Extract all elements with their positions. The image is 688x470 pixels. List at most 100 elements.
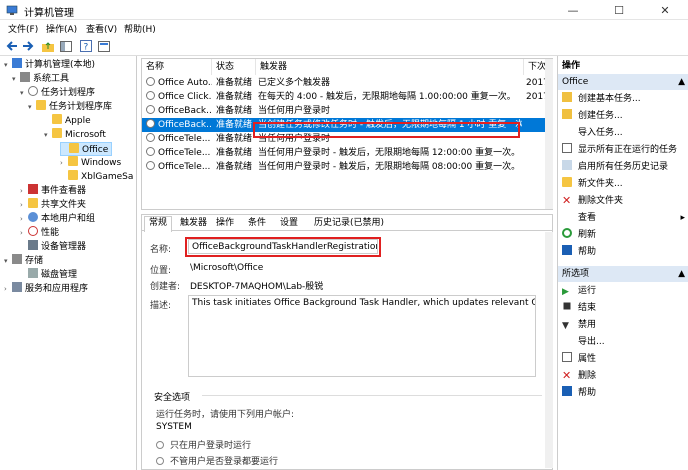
collapse-arrow-icon[interactable]: ▲ [678, 74, 685, 90]
action-disable[interactable]: ▼ 禁用 [562, 318, 596, 333]
collapse-icon[interactable]: ▾ [4, 58, 12, 72]
tree-node-xblgamesave[interactable]: XblGameSa [60, 170, 133, 184]
radio-icon[interactable] [156, 457, 164, 465]
delete-icon: ✕ [562, 369, 572, 382]
tree-node-disk-management[interactable]: 磁盘管理 [20, 268, 77, 282]
list-scrollbar[interactable] [545, 59, 553, 209]
tree-node-storage[interactable]: ▾ 存储 [4, 254, 43, 268]
column-header-trigger[interactable]: 触发器 [256, 59, 524, 75]
clock-icon [28, 86, 38, 96]
tree-node-device-manager[interactable]: 设备管理器 [20, 240, 86, 254]
folder-icon [69, 143, 79, 153]
cell-status: 准备就绪 [216, 162, 253, 172]
action-help[interactable]: 帮助 [562, 245, 596, 260]
expand-icon[interactable]: › [20, 184, 28, 198]
tab-triggers[interactable]: 触发器 [176, 217, 211, 231]
table-row[interactable]: OfficeTele... 准备就绪 当任何用户登录时 - 触发后，无限期地每隔 0… [142, 160, 552, 174]
option-run-always[interactable]: 不管用户是否登录都要运行 [156, 454, 278, 465]
up-folder-icon[interactable] [40, 38, 56, 54]
table-row[interactable]: Office Auto...准备就绪已定义多个触发器2017/6 [142, 76, 552, 90]
cell-trigger: 已定义多个触发器 [258, 78, 331, 88]
tab-history[interactable]: 历史记录(已禁用) [310, 217, 388, 231]
properties-icon[interactable] [96, 38, 112, 54]
action-delete-folder[interactable]: ✕ 删除文件夹 [562, 194, 623, 209]
action-create-basic-task[interactable]: 创建基本任务... [562, 92, 641, 107]
action-end[interactable]: 结束 [562, 301, 596, 316]
tree-node-office[interactable]: Office [60, 142, 112, 156]
tree-node-system-tools[interactable]: ▾ 系统工具 [12, 72, 69, 86]
expand-icon[interactable]: › [20, 198, 28, 212]
action-enable-history[interactable]: 启用所有任务历史记录 [562, 160, 668, 175]
table-row[interactable]: OfficeTele... 准备就绪 当任何用户登录时 - 触发后，无限期地每隔 1… [142, 146, 552, 160]
menu-action[interactable]: 操作(A) [46, 22, 77, 35]
collapse-icon[interactable]: ▾ [28, 100, 36, 114]
detail-tabs: 常规 触发器 操作 条件 设置 历史记录(已禁用) [142, 215, 552, 232]
properties-icon [562, 352, 572, 362]
collapse-icon[interactable]: ▾ [12, 72, 20, 86]
action-refresh[interactable]: 刷新 [562, 228, 596, 243]
tree-node-apple[interactable]: Apple [44, 114, 91, 128]
expand-icon[interactable]: › [20, 226, 28, 240]
table-row[interactable]: OfficeBack... 准备就绪 当任何用户登录时 [142, 104, 552, 118]
menu-help[interactable]: 帮助(H) [124, 22, 156, 35]
detail-scrollbar[interactable] [545, 232, 553, 468]
action-run[interactable]: ▶ 运行 [562, 284, 596, 299]
column-header-name[interactable]: 名称 [142, 59, 212, 75]
action-show-running[interactable]: 显示所有正在运行的任务 [562, 143, 677, 158]
tab-actions[interactable]: 操作 [212, 217, 238, 231]
description-field[interactable]: This task initiates Office Background Ta… [188, 295, 536, 377]
action-import-task[interactable]: 导入任务... [562, 126, 623, 141]
tree-node-event-viewer[interactable]: › 事件查看器 [20, 184, 86, 198]
help-icon[interactable]: ? [78, 38, 94, 54]
minimize-button[interactable]: — [550, 0, 596, 20]
tree-node-task-library[interactable]: ▾ 任务计划程序库 [28, 100, 112, 114]
tree-node-microsoft[interactable]: ▾ Microsoft [44, 128, 106, 142]
collapse-icon[interactable]: ▾ [4, 254, 12, 268]
author-label: 创建者: [150, 282, 181, 292]
menu-view[interactable]: 查看(V) [86, 22, 117, 35]
cell-status: 准备就绪 [216, 148, 253, 158]
back-icon[interactable] [4, 38, 20, 54]
action-new-folder[interactable]: 新文件夹... [562, 177, 623, 192]
new-folder-icon [562, 177, 572, 187]
column-header-status[interactable]: 状态 [212, 59, 256, 75]
collapse-arrow-icon[interactable]: ▲ [678, 266, 685, 282]
action-view[interactable]: 查看 ▸ [562, 211, 685, 226]
cell-name: OfficeTele... [146, 132, 212, 146]
action-export[interactable]: 导出... [562, 335, 605, 350]
expand-icon[interactable]: › [4, 282, 12, 296]
event-viewer-icon [28, 184, 38, 194]
task-detail-pane: 常规 触发器 操作 条件 设置 历史记录(已禁用) 名称: OfficeBack… [141, 214, 553, 470]
shared-folder-icon [28, 198, 38, 208]
action-create-task[interactable]: 创建任务... [562, 109, 623, 124]
tree-node-performance[interactable]: › 性能 [20, 226, 59, 240]
table-row[interactable]: Office Click... 准备就绪 在每天的 4:00 - 触发后，无限期地每… [142, 90, 552, 104]
collapse-icon[interactable]: ▾ [20, 86, 28, 100]
collapse-icon[interactable]: ▾ [44, 128, 52, 142]
tab-settings[interactable]: 设置 [276, 217, 302, 231]
cell-status: 准备就绪 [216, 106, 253, 116]
tree-node-services[interactable]: › 服务和应用程序 [4, 282, 88, 296]
action-help-selected[interactable]: 帮助 [562, 386, 596, 401]
tree-node-shared-folders[interactable]: › 共享文件夹 [20, 198, 86, 212]
tree-node-local-users[interactable]: › 本地用户和组 [20, 212, 95, 226]
tree-node-windows[interactable]: › Windows [60, 156, 121, 170]
forward-icon[interactable] [20, 38, 36, 54]
show-hide-tree-icon[interactable] [58, 38, 74, 54]
menu-file[interactable]: 文件(F) [8, 22, 38, 35]
actions-section-selected[interactable]: 所选项 ▲ [558, 266, 688, 282]
tree-node-task-scheduler[interactable]: ▾ 任务计划程序 [20, 86, 95, 100]
tab-general[interactable]: 常规 [144, 216, 173, 232]
actions-section-office[interactable]: Office ▲ [558, 74, 688, 90]
radio-icon[interactable] [156, 441, 164, 449]
option-run-logged-on[interactable]: 只在用户登录时运行 [156, 438, 251, 451]
expand-icon[interactable]: › [20, 212, 28, 226]
tree-node-root[interactable]: ▾ 计算机管理(本地) [4, 58, 95, 72]
action-properties[interactable]: 属性 [562, 352, 596, 367]
tab-conditions[interactable]: 条件 [244, 217, 270, 231]
users-icon [28, 212, 38, 222]
action-delete[interactable]: ✕ 删除 [562, 369, 596, 384]
close-button[interactable]: ✕ [642, 0, 688, 20]
expand-icon[interactable]: › [60, 156, 68, 170]
maximize-button[interactable]: ☐ [596, 0, 642, 20]
